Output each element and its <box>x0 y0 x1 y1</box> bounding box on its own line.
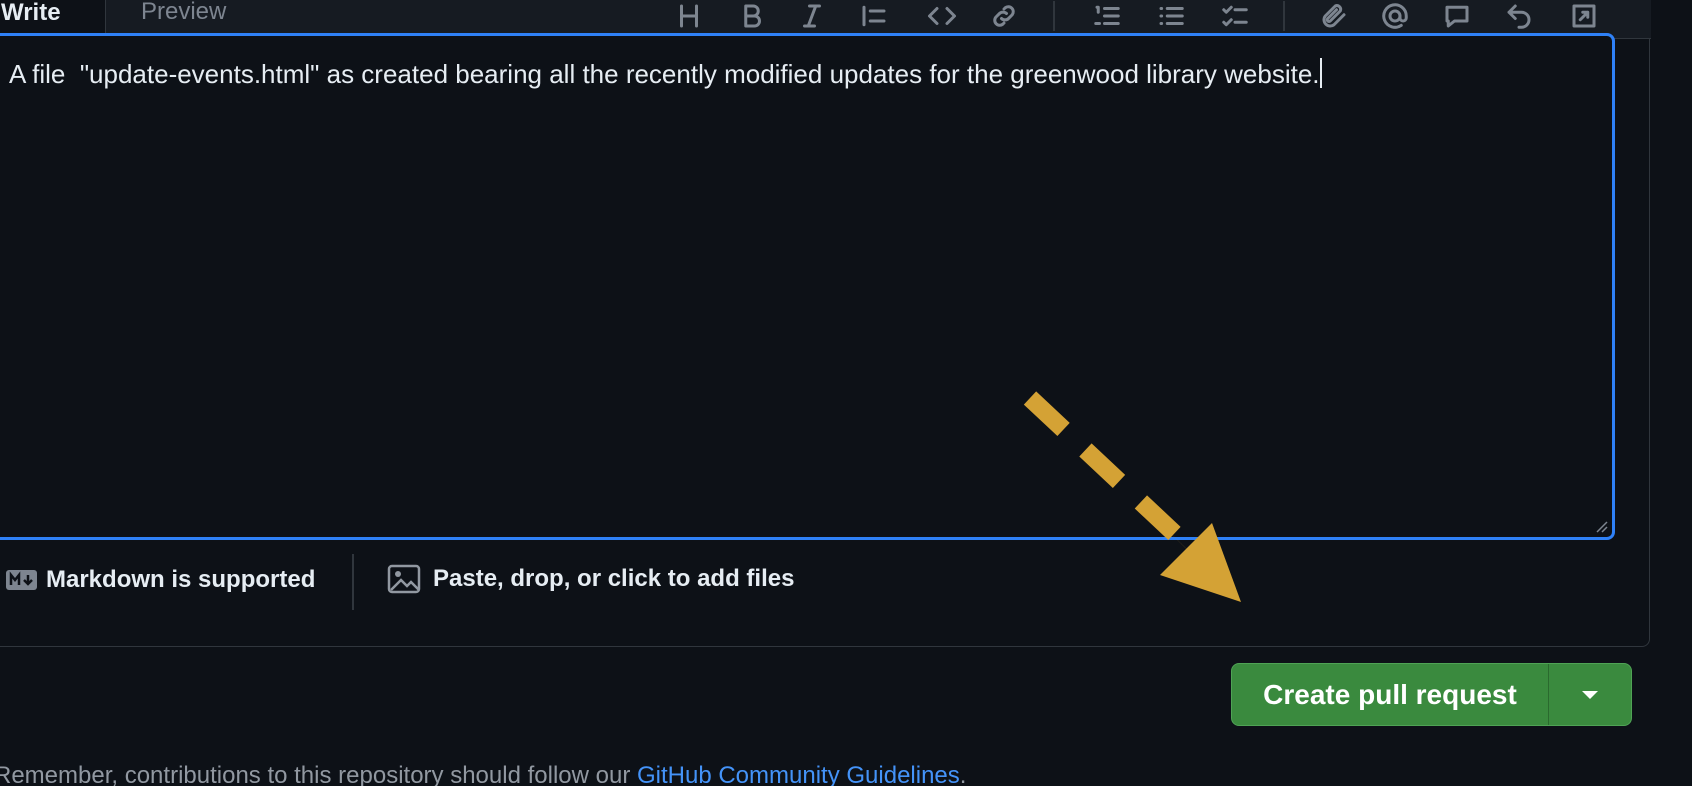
markdown-supported-link[interactable]: Markdown is supported <box>5 566 315 594</box>
text-caret <box>1319 58 1322 88</box>
create-pull-request-button[interactable]: Create pull request <box>1232 664 1549 725</box>
create-pull-request-button-group: Create pull request <box>1231 663 1632 726</box>
create-options-dropdown[interactable] <box>1549 664 1631 725</box>
attach-files-button[interactable]: Paste, drop, or click to add files <box>387 564 794 594</box>
toolbar-divider <box>1053 1 1055 31</box>
link-icon[interactable] <box>986 0 1022 34</box>
notice-text: Remember, contributions to this reposito… <box>0 762 637 786</box>
notice-suffix: . <box>959 762 967 786</box>
reference-icon[interactable] <box>1439 0 1475 34</box>
comment-editor: Write Preview A file "update-events.html… <box>0 0 1651 647</box>
toolbar-divider <box>1283 1 1285 31</box>
create-pull-request-label: Create pull request <box>1263 678 1517 710</box>
image-icon <box>387 564 421 594</box>
undo-icon[interactable] <box>1501 0 1537 34</box>
markdown-label: Markdown is supported <box>46 566 316 593</box>
tab-write-label: Write <box>1 0 61 26</box>
mention-icon[interactable] <box>1377 0 1413 34</box>
numbered-list-icon[interactable] <box>1089 0 1125 34</box>
chevron-down-icon <box>1582 690 1598 699</box>
fullscreen-icon[interactable] <box>1566 0 1602 34</box>
markdown-icon <box>6 570 37 590</box>
editor-footer: Markdown is supported Paste, drop, or cl… <box>0 546 1651 636</box>
tab-preview-label: Preview <box>141 0 227 25</box>
bold-icon[interactable] <box>734 0 770 34</box>
quote-icon[interactable] <box>856 0 892 34</box>
code-icon[interactable] <box>924 0 960 34</box>
footer-divider <box>352 554 354 610</box>
attach-label: Paste, drop, or click to add files <box>433 565 795 592</box>
contribution-notice: Remember, contributions to this reposito… <box>0 762 966 786</box>
community-guidelines-link[interactable]: GitHub Community Guidelines <box>637 762 960 786</box>
unordered-list-icon[interactable] <box>1153 0 1189 34</box>
attach-icon[interactable] <box>1316 0 1352 34</box>
task-list-icon[interactable] <box>1217 0 1253 34</box>
italic-icon[interactable] <box>794 0 830 34</box>
comment-text: A file "update-events.html" as created b… <box>9 58 1322 89</box>
heading-icon[interactable] <box>671 0 707 34</box>
comment-textarea[interactable]: A file "update-events.html" as created b… <box>0 33 1615 540</box>
resize-handle-icon[interactable] <box>1594 519 1608 533</box>
